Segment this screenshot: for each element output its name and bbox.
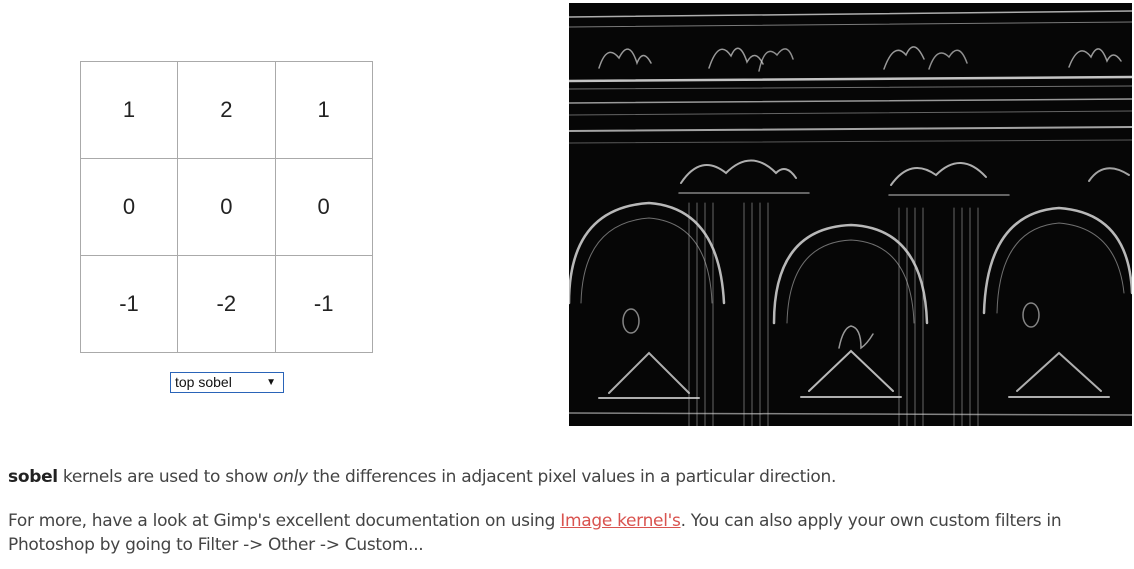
kernel-row <box>79 158 374 256</box>
kernel-input[interactable] <box>81 62 177 158</box>
triangle-down-icon: ▼ <box>266 377 276 388</box>
emphasis-text: only <box>273 467 308 487</box>
kernel-row <box>79 61 374 159</box>
kernel-cell <box>274 158 374 256</box>
image-kernels-link[interactable]: Image kernel's <box>560 511 681 531</box>
kernel-input[interactable] <box>81 256 177 352</box>
kernel-cell <box>274 255 374 353</box>
description-text: kernels are used to show <box>57 467 274 487</box>
kernel-input[interactable] <box>275 159 372 255</box>
description-line-2: For more, have a look at Gimp's excellen… <box>8 509 1118 557</box>
kernel-cell <box>79 158 179 256</box>
kernel-input[interactable] <box>178 62 275 158</box>
kernel-input[interactable] <box>81 159 177 255</box>
description-text: the differences in adjacent pixel values… <box>307 467 837 487</box>
kernel-cell <box>177 255 276 353</box>
description-line-1: sobel kernels are used to show only the … <box>8 465 1128 489</box>
kernel-cell <box>177 61 276 159</box>
kernel-preset-value: top sobel <box>175 374 232 390</box>
kernel-row <box>79 255 374 353</box>
kernel-input[interactable] <box>275 62 372 158</box>
kernel-cell <box>79 61 179 159</box>
kernel-cell <box>274 61 374 159</box>
description-text: For more, have a look at Gimp's excellen… <box>8 511 561 531</box>
kernel-grid <box>79 61 374 353</box>
kernel-cell <box>177 158 276 256</box>
sobel-output-illustration <box>569 3 1132 426</box>
kernel-preset-select[interactable]: top sobel ▼ <box>170 372 284 393</box>
kernel-input[interactable] <box>275 256 372 352</box>
output-image <box>569 3 1132 426</box>
kernel-cell <box>79 255 179 353</box>
kernel-input[interactable] <box>178 256 275 352</box>
sobel-term: sobel <box>8 467 58 487</box>
kernel-input[interactable] <box>178 159 275 255</box>
